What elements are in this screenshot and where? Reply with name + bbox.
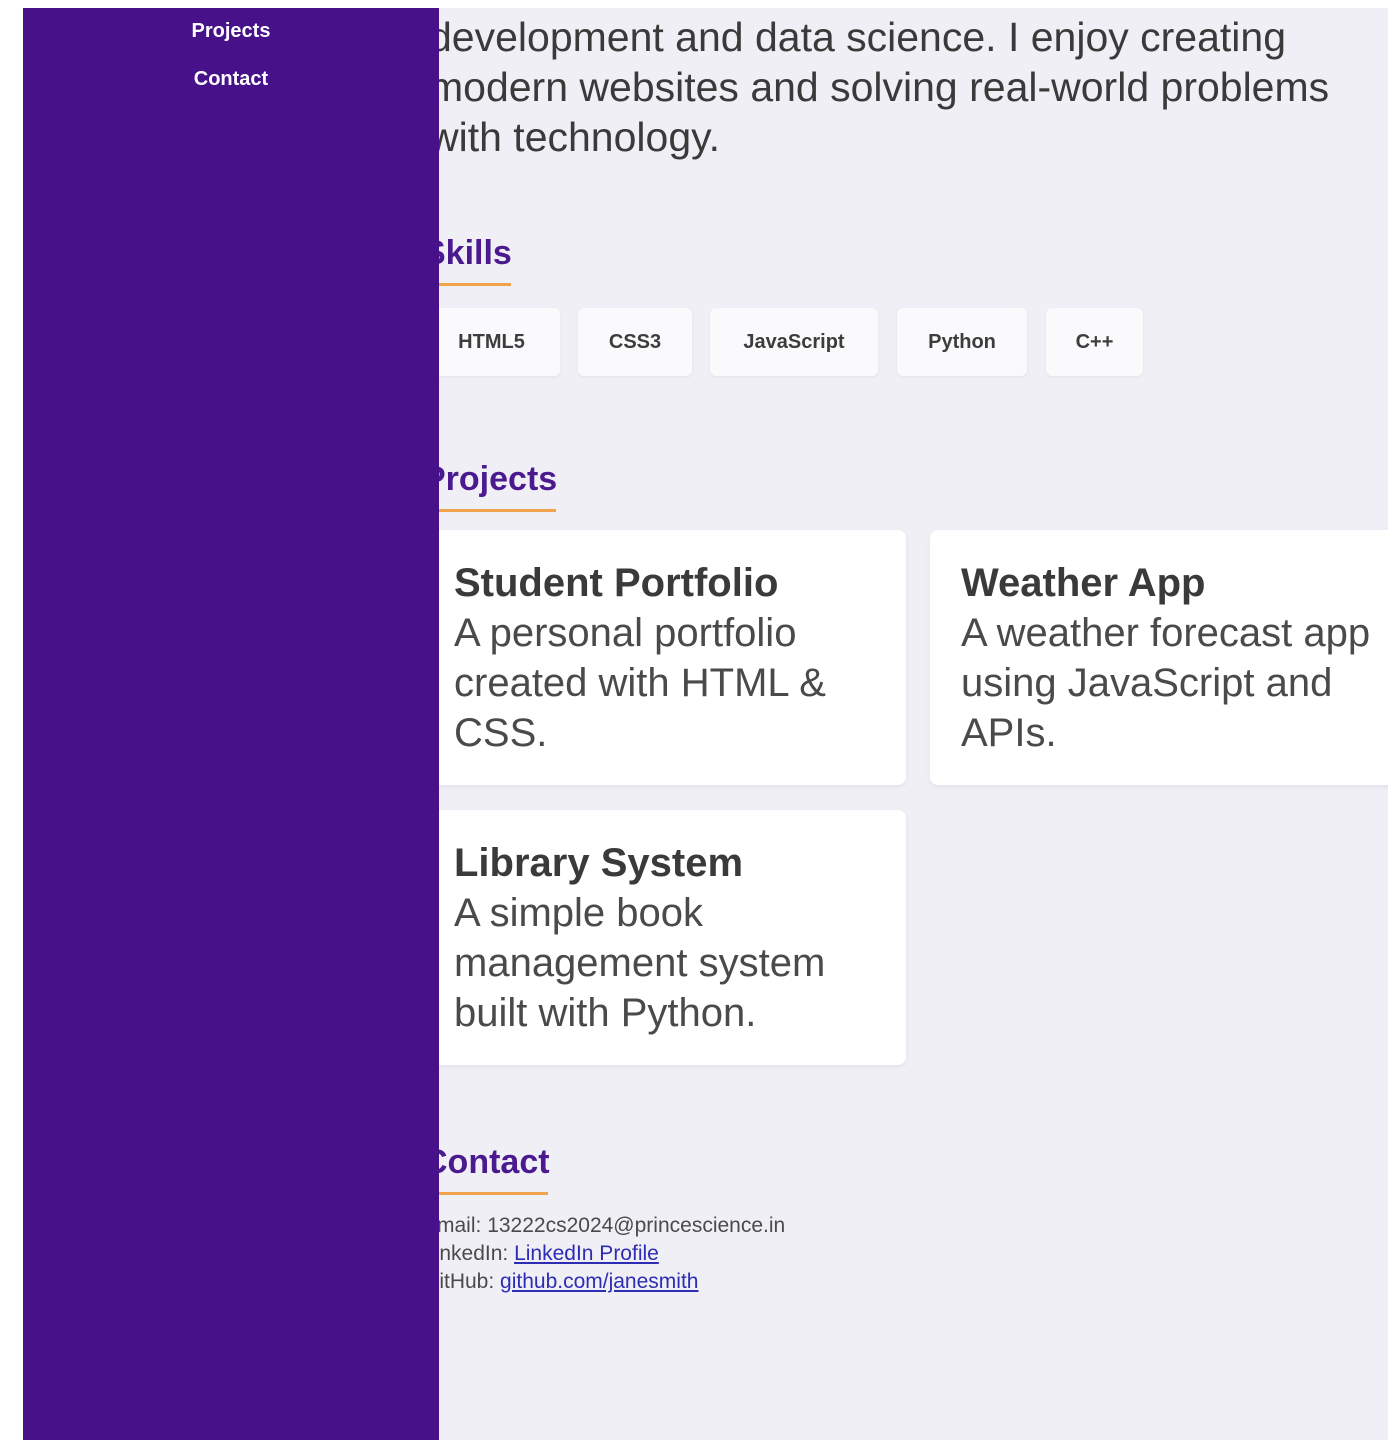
nav-link-contact[interactable]: Contact: [23, 68, 439, 91]
project-card-weather-app[interactable]: Weather App A weather forecast app using…: [930, 530, 1388, 785]
nav-link-projects[interactable]: Projects: [23, 20, 439, 43]
contact-heading: Contact: [423, 1143, 550, 1195]
projects-heading: Projects: [423, 460, 557, 512]
projects-heading-underline: [423, 509, 556, 512]
contact-email-line: Email: 13222cs2024@princescience.in: [423, 1212, 785, 1240]
project-description: A weather forecast app using JavaScript …: [961, 611, 1371, 755]
page: development and data science. I enjoy cr…: [0, 0, 1388, 1440]
linkedin-link[interactable]: LinkedIn Profile: [514, 1242, 659, 1265]
skill-chip-python: Python: [897, 308, 1027, 376]
skill-chip-cpp: C++: [1046, 308, 1143, 376]
skill-chip-css3: CSS3: [578, 308, 692, 376]
project-description: A personal portfolio created with HTML &…: [454, 611, 826, 755]
contact-details: Email: 13222cs2024@princescience.in Link…: [423, 1212, 785, 1296]
contact-heading-text: Contact: [423, 1143, 550, 1181]
email-value: 13222cs2024@princescience.in: [487, 1214, 786, 1237]
projects-heading-text: Projects: [423, 460, 558, 498]
contact-github-line: GitHub: github.com/janesmith: [423, 1268, 785, 1296]
skill-chip-html5: HTML5: [423, 308, 560, 376]
project-title: Weather App: [961, 561, 1206, 605]
github-link[interactable]: github.com/janesmith: [500, 1270, 698, 1293]
contact-heading-underline: [423, 1192, 548, 1195]
project-card-library-system[interactable]: Library System A simple book management …: [423, 810, 906, 1065]
project-title: Student Portfolio: [454, 561, 779, 605]
content-column: development and data science. I enjoy cr…: [423, 8, 1388, 1440]
project-card-student-portfolio[interactable]: Student Portfolio A personal portfolio c…: [423, 530, 906, 785]
sidebar: Projects Contact: [23, 8, 439, 1440]
project-title: Library System: [454, 841, 744, 885]
project-description: A simple book management system built wi…: [454, 891, 826, 1035]
skill-chip-javascript: JavaScript: [710, 308, 878, 376]
contact-linkedin-line: LinkedIn: LinkedIn Profile: [423, 1240, 785, 1268]
top-strip: [0, 0, 1388, 8]
about-text: development and data science. I enjoy cr…: [429, 14, 1330, 160]
